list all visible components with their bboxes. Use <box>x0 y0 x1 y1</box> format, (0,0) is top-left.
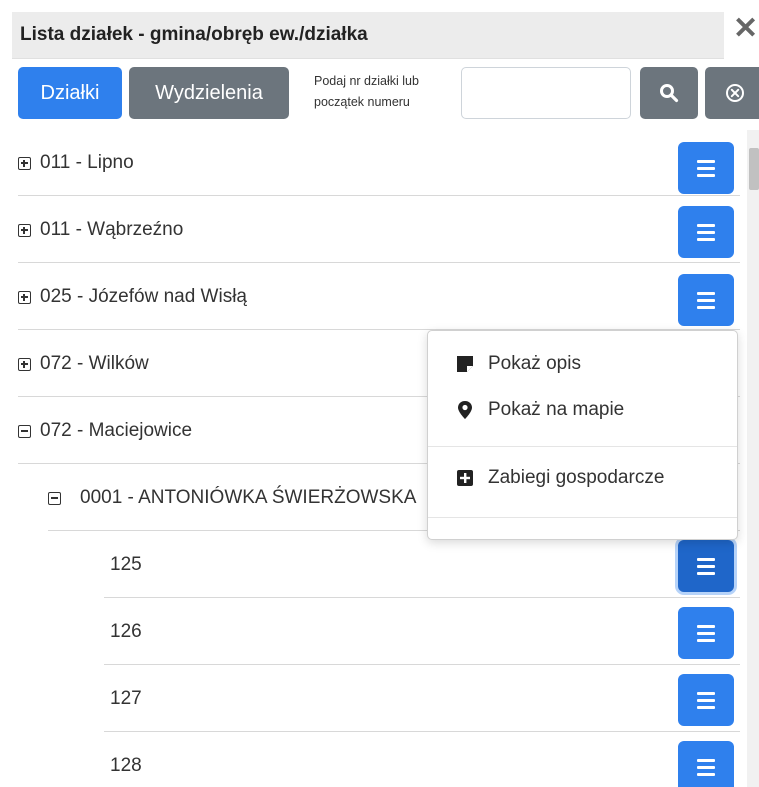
tree-row-label: 0001 - ANTONIÓWKA ŚWIERŻOWSKA <box>80 487 417 508</box>
map-marker-icon <box>458 401 472 419</box>
row-menu-button[interactable] <box>678 206 734 258</box>
row-menu-button-active[interactable] <box>678 540 734 592</box>
tree-row-dzialka[interactable]: 126 <box>104 599 740 665</box>
row-menu-button[interactable] <box>678 142 734 194</box>
tree-row-dzialka[interactable]: 125 <box>104 532 740 598</box>
clear-circle-icon <box>726 84 744 102</box>
parcel-number: 128 <box>110 755 142 776</box>
tree-row-gmina[interactable]: 011 - Lipno <box>18 130 740 196</box>
parcel-number: 127 <box>110 688 142 709</box>
plus-square-icon <box>457 470 473 486</box>
close-icon[interactable]: ✕ <box>733 14 758 44</box>
parcel-number: 125 <box>110 554 142 575</box>
menu-item-show-description[interactable]: Pokaż opis <box>456 353 581 375</box>
scrollbar-track[interactable] <box>747 130 759 787</box>
dialog-titlebar: Lista działek - gmina/obręb ew./działka <box>12 12 724 59</box>
dzialki-tab-button[interactable]: Działki <box>18 67 122 119</box>
scrollbar-thumb[interactable] <box>749 148 759 190</box>
collapse-icon[interactable] <box>48 492 61 505</box>
note-icon <box>457 356 473 372</box>
collapse-icon[interactable] <box>18 425 31 438</box>
tree-row-label: 011 - Lipno <box>40 152 134 173</box>
menu-item-label: Pokaż na mapie <box>488 399 625 420</box>
search-hint-label: Podaj nr działki lub początek numeru <box>314 74 419 109</box>
expand-icon[interactable] <box>18 291 31 304</box>
expand-icon[interactable] <box>18 358 31 371</box>
wydzielenia-tab-button[interactable]: Wydzielenia <box>129 67 289 119</box>
row-menu-button[interactable] <box>678 607 734 659</box>
expand-icon[interactable] <box>18 224 31 237</box>
row-context-menu: Pokaż opis Pokaż na mapie Zabiegi gospod… <box>427 330 738 540</box>
row-menu-button[interactable] <box>678 674 734 726</box>
menu-divider <box>428 517 737 518</box>
tree-row-label: 011 - Wąbrzeźno <box>40 219 184 240</box>
menu-item-forest-operations[interactable]: Zabiegi gospodarcze <box>456 467 664 489</box>
row-menu-button[interactable] <box>678 741 734 787</box>
parcel-search-input[interactable] <box>461 67 631 119</box>
menu-item-show-on-map[interactable]: Pokaż na mapie <box>456 399 624 421</box>
menu-item-label: Pokaż opis <box>488 353 581 374</box>
row-menu-button[interactable] <box>678 274 734 326</box>
tree-row-gmina[interactable]: 025 - Józefów nad Wisłą <box>18 264 740 330</box>
menu-item-label: Zabiegi gospodarcze <box>488 467 665 488</box>
clear-search-button[interactable] <box>705 67 759 119</box>
search-button[interactable] <box>640 67 698 119</box>
menu-divider <box>428 446 737 447</box>
tree-row-label: 025 - Józefów nad Wisłą <box>40 286 247 307</box>
search-icon <box>660 84 679 103</box>
tree-row-label: 072 - Wilków <box>40 353 149 374</box>
tree-row-gmina[interactable]: 011 - Wąbrzeźno <box>18 197 740 263</box>
tree-row-dzialka[interactable]: 127 <box>104 666 740 732</box>
tree-row-label: 072 - Maciejowice <box>40 420 193 441</box>
tree-row-dzialka[interactable]: 128 <box>104 733 740 787</box>
expand-icon[interactable] <box>18 157 31 170</box>
parcel-number: 126 <box>110 621 142 642</box>
dialog-title: Lista działek - gmina/obręb ew./działka <box>20 24 368 45</box>
